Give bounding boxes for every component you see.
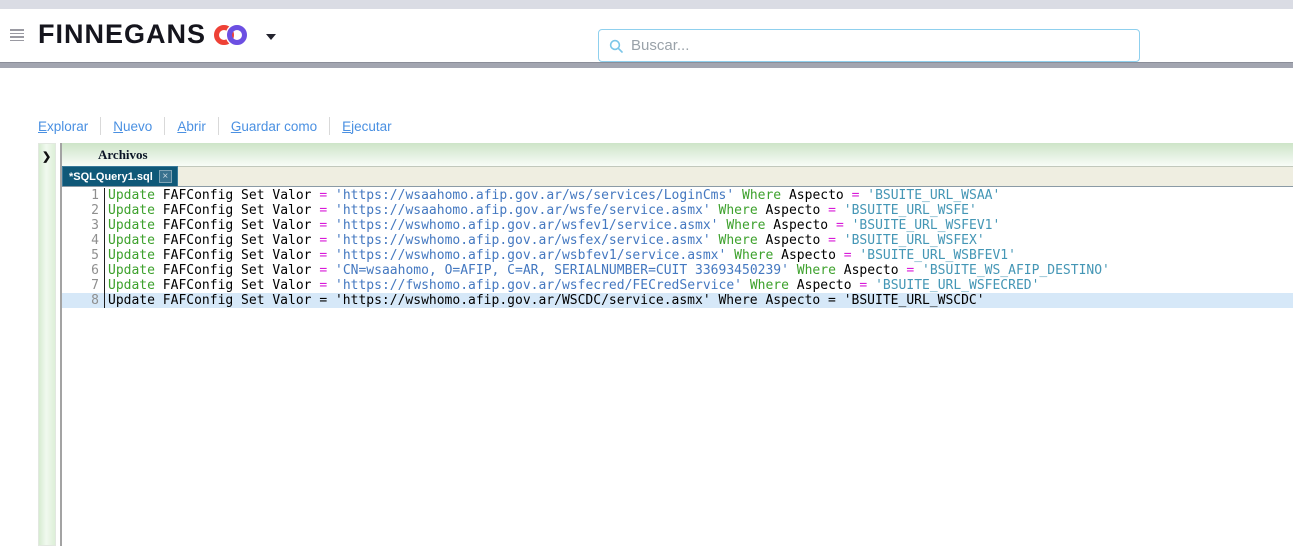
code-line[interactable]: 7 Update FAFConfig Set Valor = 'https://f… bbox=[62, 278, 1293, 293]
code-line[interactable]: 4 Update FAFConfig Set Valor = 'https://w… bbox=[62, 233, 1293, 248]
code-text: Update FAFConfig Set Valor = 'https://ws… bbox=[108, 218, 1001, 233]
tab-strip: *SQLQuery1.sql × bbox=[62, 166, 1293, 187]
line-number: 8 bbox=[62, 293, 105, 308]
menu-item-guardar-como[interactable]: Guardar como bbox=[219, 119, 329, 134]
code-line[interactable]: 3 Update FAFConfig Set Valor = 'https://w… bbox=[62, 218, 1293, 233]
code-line[interactable]: 2 Update FAFConfig Set Valor = 'https://w… bbox=[62, 203, 1293, 218]
code-line[interactable]: 8 Update FAFConfig Set Valor = 'https://w… bbox=[62, 293, 1293, 308]
files-panel: Archivos *SQLQuery1.sql × 1 Update FAFCon… bbox=[60, 143, 1293, 546]
window-top-strip bbox=[0, 0, 1293, 9]
menu-item-explorar[interactable]: Explorar bbox=[38, 119, 100, 134]
code-text: Update FAFConfig Set Valor = 'https://ws… bbox=[108, 293, 985, 308]
line-number: 7 bbox=[62, 278, 105, 293]
search-box[interactable] bbox=[598, 29, 1140, 62]
line-number: 1 bbox=[62, 188, 105, 203]
code-text: Update FAFConfig Set Valor = 'https://fw… bbox=[108, 278, 1040, 293]
panel-title-bar: Archivos bbox=[62, 143, 1293, 167]
code-text: Update FAFConfig Set Valor = 'CN=wsaahom… bbox=[108, 263, 1110, 278]
header-divider bbox=[0, 62, 1293, 68]
line-number: 6 bbox=[62, 263, 105, 278]
chevron-down-icon bbox=[266, 33, 277, 40]
editor-menu-bar: Explorar Nuevo Abrir Guardar como Ejecutar bbox=[38, 114, 1293, 138]
logo-dropdown[interactable]: FINNEGANS bbox=[38, 19, 277, 50]
line-number: 5 bbox=[62, 248, 105, 263]
infinity-logo-icon bbox=[214, 24, 258, 46]
search-icon bbox=[609, 39, 623, 53]
workspace: ❯ Archivos *SQLQuery1.sql × 1 Update FAFC… bbox=[0, 143, 1293, 546]
tab-label: *SQLQuery1.sql bbox=[69, 170, 153, 183]
code-line[interactable]: 1 Update FAFConfig Set Valor = 'https://w… bbox=[62, 188, 1293, 203]
search-input[interactable] bbox=[631, 37, 1129, 54]
tab-sqlquery1[interactable]: *SQLQuery1.sql × bbox=[62, 166, 178, 186]
sidebar-expander[interactable]: ❯ bbox=[38, 143, 56, 546]
code-line[interactable]: 6 Update FAFConfig Set Valor = 'CN=wsaaho… bbox=[62, 263, 1293, 278]
app-header: FINNEGANS bbox=[0, 9, 1293, 62]
code-text: Update FAFConfig Set Valor = 'https://ws… bbox=[108, 233, 985, 248]
chevron-right-icon: ❯ bbox=[42, 151, 52, 163]
hamburger-menu-icon[interactable] bbox=[10, 29, 24, 41]
logo-text: FINNEGANS bbox=[38, 19, 207, 49]
menu-item-nuevo[interactable]: Nuevo bbox=[101, 119, 164, 134]
code-text: Update FAFConfig Set Valor = 'https://ws… bbox=[108, 188, 1001, 203]
sql-code-editor[interactable]: 1 Update FAFConfig Set Valor = 'https://w… bbox=[62, 187, 1293, 546]
code-line[interactable]: 5 Update FAFConfig Set Valor = 'https://w… bbox=[62, 248, 1293, 263]
line-number: 4 bbox=[62, 233, 105, 248]
tab-close-icon[interactable]: × bbox=[158, 170, 172, 183]
menu-item-abrir[interactable]: Abrir bbox=[165, 119, 218, 134]
code-text: Update FAFConfig Set Valor = 'https://ws… bbox=[108, 248, 1016, 263]
menu-item-ejecutar[interactable]: Ejecutar bbox=[330, 119, 404, 134]
code-text: Update FAFConfig Set Valor = 'https://ws… bbox=[108, 203, 977, 218]
panel-title: Archivos bbox=[98, 146, 148, 162]
line-number: 3 bbox=[62, 218, 105, 233]
line-number: 2 bbox=[62, 203, 105, 218]
